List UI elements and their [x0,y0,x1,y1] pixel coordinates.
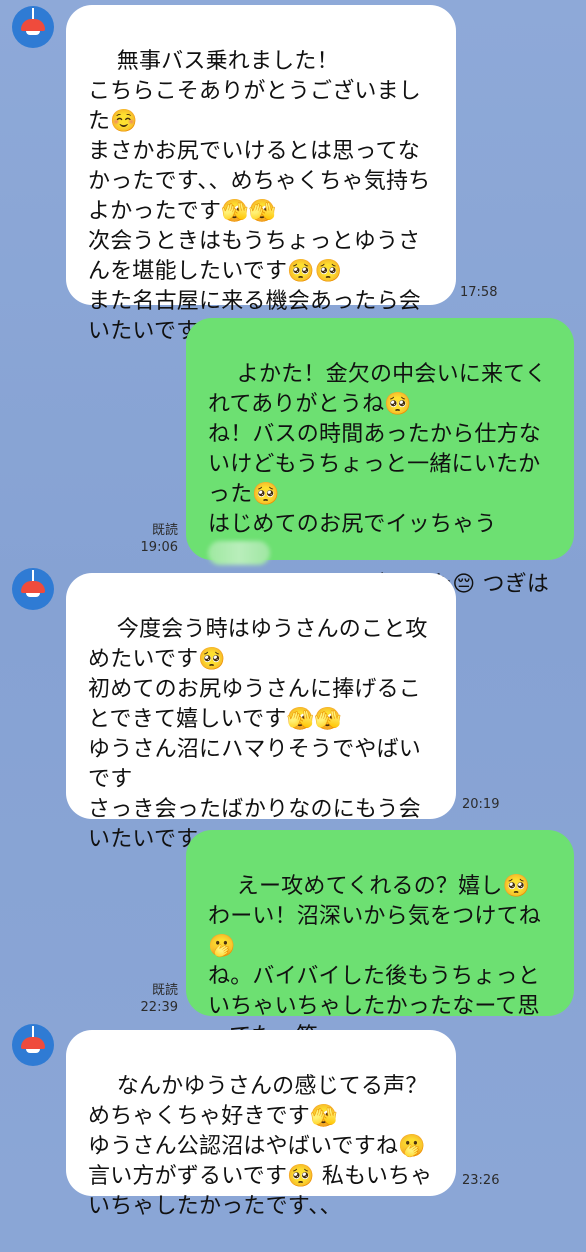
message-meta: 17:58 [460,284,512,301]
incoming-message-bubble[interactable]: なんかゆうさんの感じてる声？めちゃくちゃ好きです🫣 ゆうさん公認沼はやばいですね… [66,1030,456,1219]
blurred-redaction [208,541,270,565]
message-time: 19:06 [140,540,178,555]
message-time: 22:39 [140,1000,178,1015]
message-meta: 20:19 [462,796,512,813]
message-time: 20:19 [462,797,500,812]
outgoing-message-bubble[interactable]: えー攻めてくれるの？嬉し🥺 わーい！沼深いから気をつけてね🫢 ね。バイバイした後… [186,830,574,1049]
chat-thread: 無事バス乗れました！ こちらこそありがとうございました☺️ まさかお尻でいけると… [0,0,586,1219]
incoming-message-bubble[interactable]: 無事バス乗れました！ こちらこそありがとうございました☺️ まさかお尻でいけると… [66,5,456,344]
contact-avatar[interactable] [12,568,54,610]
message-meta: 既読 19:06 [122,522,178,556]
message-meta: 23:26 [462,1172,512,1189]
message-text: 無事バス乗れました！ こちらこそありがとうございました☺️ まさかお尻でいけると… [88,49,431,344]
contact-avatar[interactable] [12,6,54,48]
contact-avatar[interactable] [12,1024,54,1066]
message-meta: 既読 22:39 [122,982,178,1016]
message-text: なんかゆうさんの感じてる声？めちゃくちゃ好きです🫣 ゆうさん公認沼はやばいですね… [88,1074,433,1219]
outgoing-message-bubble[interactable]: よかた！金欠の中会いに来てくれてありがとうね🥺 ね！バスの時間あったから仕方ない… [186,318,574,627]
read-status: 既読 [151,523,178,538]
incoming-message-bubble[interactable]: 今度会う時はゆうさんのこと攻めたいです🥺 初めてのお尻ゆうさんに捧げることできて… [66,573,456,852]
message-text: えー攻めてくれるの？嬉し🥺 わーい！沼深いから気をつけてね🫢 ね。バイバイした後… [208,874,542,1049]
message-text: よかた！金欠の中会いに来てくれてありがとうね🥺 ね！バスの時間あったから仕方ない… [208,362,547,537]
read-status: 既読 [151,983,178,998]
message-time: 23:26 [462,1173,500,1188]
message-text: 今度会う時はゆうさんのこと攻めたいです🥺 初めてのお尻ゆうさんに捧げることできて… [88,617,428,852]
message-time: 17:58 [460,285,498,300]
